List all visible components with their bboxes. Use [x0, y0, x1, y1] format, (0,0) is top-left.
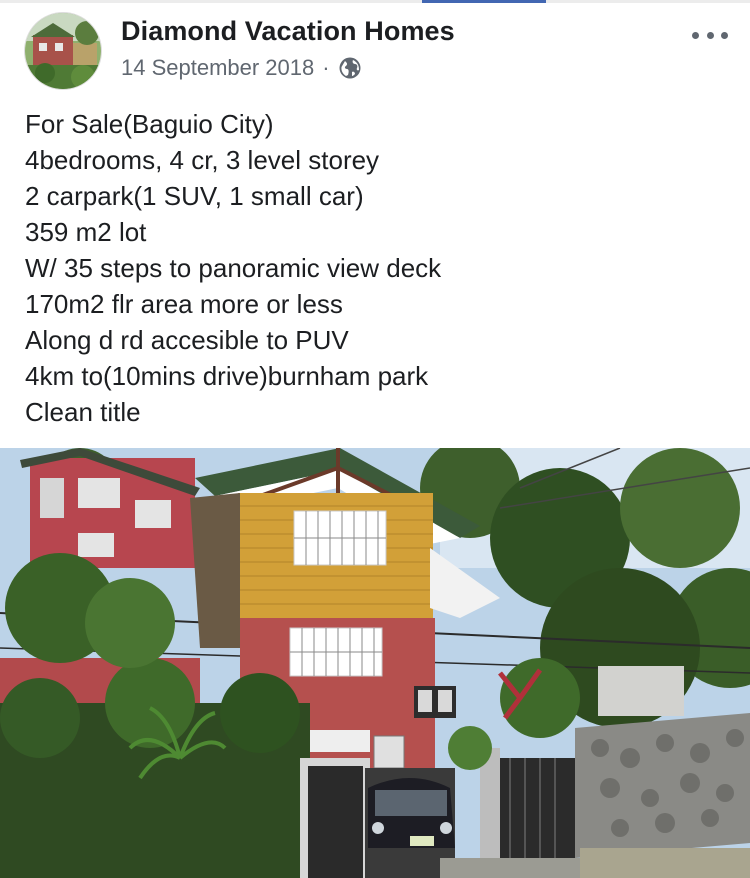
post-meta: 14 September 2018 · [121, 55, 362, 81]
avatar-image [25, 13, 101, 89]
post-photo[interactable] [0, 448, 750, 878]
globe-icon[interactable] [338, 56, 362, 80]
meta-separator: · [322, 55, 330, 80]
post-line: Along d rd accesible to PUV [25, 325, 349, 355]
post-header: Diamond Vacation Homes 14 September 2018… [0, 0, 750, 95]
more-dot [692, 31, 699, 39]
page-name-link[interactable]: Diamond Vacation Homes [121, 16, 455, 47]
more-dot [721, 31, 728, 39]
post-message: For Sale(Baguio City) 4bedrooms, 4 cr, 3… [25, 106, 725, 430]
house-photo [0, 448, 750, 878]
post-line: Clean title [25, 397, 141, 427]
more-options-icon[interactable] [692, 22, 728, 48]
post-line: 4bedrooms, 4 cr, 3 level storey [25, 145, 380, 175]
post-line: For Sale(Baguio City) [25, 109, 274, 139]
post-line: 359 m2 lot [25, 217, 147, 247]
post-line: 2 carpark(1 SUV, 1 small car) [25, 181, 364, 211]
post-date[interactable]: 14 September 2018 [121, 55, 314, 81]
post-line: W/ 35 steps to panoramic view deck [25, 253, 442, 283]
page-avatar[interactable] [24, 12, 102, 90]
more-dot [706, 31, 714, 39]
post-line: 170m2 flr area more or less [25, 289, 343, 319]
post-line: 4km to(10mins drive)burnham park [25, 361, 429, 391]
